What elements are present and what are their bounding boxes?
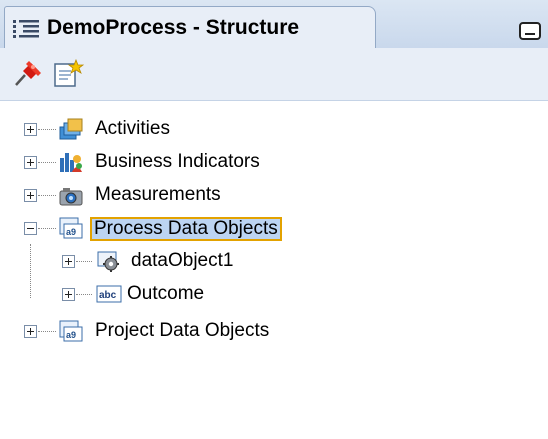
measurements-icon bbox=[58, 183, 84, 207]
structure-tree: Activities Business Indicators Measureme… bbox=[0, 100, 548, 439]
tree-item-label: Activities bbox=[95, 118, 170, 139]
minimize-button[interactable] bbox=[519, 22, 541, 40]
expand-icon[interactable] bbox=[24, 325, 37, 338]
svg-text:a9: a9 bbox=[66, 227, 76, 237]
panel-title: DemoProcess - Structure bbox=[47, 16, 300, 39]
tree-item-process-data-objects[interactable]: a9 Process Data Objects bbox=[0, 213, 548, 243]
pin-icon bbox=[12, 58, 44, 88]
toolbar bbox=[0, 48, 548, 101]
expand-icon[interactable] bbox=[24, 156, 37, 169]
svg-text:a9: a9 bbox=[66, 330, 76, 340]
collapse-icon[interactable] bbox=[24, 222, 37, 235]
pin-button[interactable] bbox=[12, 58, 44, 88]
tree-item-label: Outcome bbox=[127, 283, 205, 304]
data-objects-icon: a9 bbox=[58, 216, 84, 240]
tree-item-project-data-objects[interactable]: a9 Project Data Objects bbox=[0, 316, 548, 346]
tree-item-label: Project Data Objects bbox=[95, 320, 270, 341]
tree-item-business-indicators[interactable]: Business Indicators bbox=[0, 147, 548, 177]
tree-item-label: Process Data Objects bbox=[90, 217, 282, 241]
edit-icon bbox=[52, 58, 84, 88]
expand-icon[interactable] bbox=[24, 123, 37, 136]
expand-icon[interactable] bbox=[24, 189, 37, 202]
structure-list-icon bbox=[13, 18, 43, 42]
tree-item-label: Business Indicators bbox=[95, 151, 260, 172]
abc-icon: abc bbox=[96, 282, 122, 306]
tree-item-activities[interactable]: Activities bbox=[0, 114, 548, 144]
activities-icon bbox=[58, 117, 84, 141]
structure-tab[interactable]: DemoProcess - Structure bbox=[4, 6, 376, 48]
tree-item-measurements[interactable]: Measurements bbox=[0, 180, 548, 210]
gear-data-icon bbox=[96, 249, 122, 273]
tree-item-outcome[interactable]: abc Outcome bbox=[0, 279, 548, 309]
data-objects-icon: a9 bbox=[58, 319, 84, 343]
panel-tab-strip: DemoProcess - Structure bbox=[0, 0, 548, 49]
tree-item-label: Measurements bbox=[95, 184, 221, 205]
svg-text:abc: abc bbox=[99, 290, 117, 301]
edit-button[interactable] bbox=[52, 58, 84, 88]
tree-item-dataobject1[interactable]: dataObject1 bbox=[0, 244, 548, 298]
business-indicators-icon bbox=[58, 150, 84, 174]
tree-item-label: dataObject1 bbox=[131, 250, 234, 271]
expand-icon[interactable] bbox=[62, 255, 75, 268]
expand-icon[interactable] bbox=[62, 288, 75, 301]
